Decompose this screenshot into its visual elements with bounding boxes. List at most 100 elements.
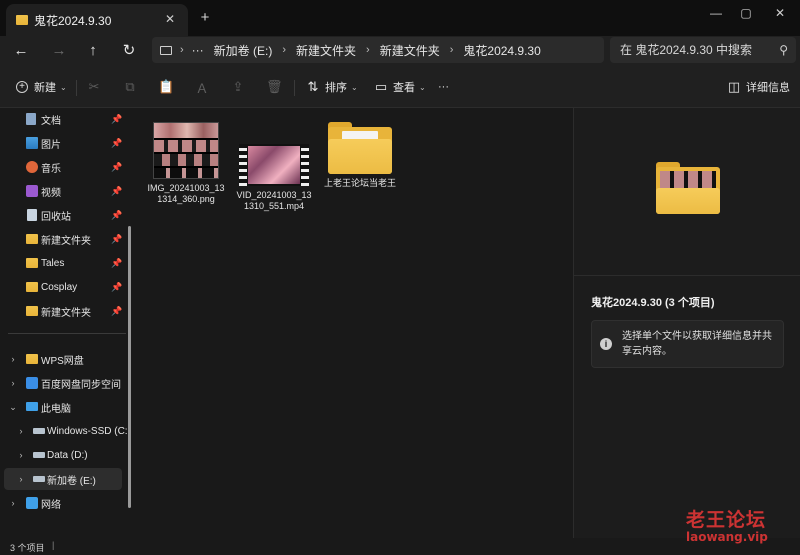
- more-label: ···: [438, 81, 449, 93]
- copy-button[interactable]: ⧉: [122, 78, 138, 96]
- cloud-icon: [26, 377, 38, 389]
- details-pane-button[interactable]: ◫ 详细信息: [726, 78, 790, 96]
- sidebar-scrollbar[interactable]: [128, 226, 131, 508]
- sidebar-item-drive-e[interactable]: › 新加卷 (E:): [4, 468, 122, 490]
- view-icon: ▭: [374, 79, 388, 94]
- folder-icon: [328, 122, 392, 174]
- sidebar-item-baidu-sync[interactable]: › 百度网盘同步空间: [0, 372, 128, 394]
- file-name: VID_20241003_131310_551.mp4: [236, 190, 312, 211]
- pin-icon: 📌: [111, 305, 123, 316]
- folder-icon: [26, 258, 38, 268]
- up-button[interactable]: ↑: [81, 40, 105, 62]
- sidebar-item-drive-d[interactable]: › Data (D:): [0, 444, 128, 466]
- chevron-right-icon[interactable]: ›: [8, 498, 18, 508]
- new-tab-button[interactable]: +: [197, 10, 213, 26]
- sidebar-item-wps-drive[interactable]: › WPS网盘: [0, 348, 128, 370]
- share-button[interactable]: ⇪: [230, 78, 246, 96]
- pin-icon: 📌: [111, 281, 123, 292]
- chevron-down-icon: ⌄: [419, 82, 426, 92]
- drive-icon: [33, 428, 45, 434]
- sidebar-item-tales[interactable]: Tales 📌: [0, 252, 128, 274]
- sidebar-item-pictures[interactable]: 图片 📌: [0, 132, 128, 154]
- computer-icon: [26, 402, 38, 411]
- search-input[interactable]: 在 鬼花2024.9.30 中搜索 ⚲: [610, 37, 796, 63]
- window-close-button[interactable]: ✕: [770, 4, 790, 22]
- sidebar-item-drive-c[interactable]: › Windows-SSD (C:: [0, 420, 128, 442]
- view-button[interactable]: ▭ 查看 ⌄: [373, 78, 426, 96]
- chevron-right-icon[interactable]: ›: [8, 378, 18, 388]
- folder-icon: [26, 306, 38, 316]
- maximize-button[interactable]: ▢: [736, 4, 756, 22]
- pin-icon: 📌: [111, 113, 123, 124]
- new-button[interactable]: + 新建 ⌄: [16, 78, 67, 96]
- tab-close-icon[interactable]: ✕: [162, 11, 178, 27]
- status-separator: |: [52, 540, 55, 550]
- folder-preview-icon: [656, 162, 720, 214]
- video-icon: [26, 185, 38, 197]
- details-label: 详细信息: [746, 82, 790, 94]
- chevron-right-icon[interactable]: ›: [8, 354, 18, 364]
- tab-current-folder[interactable]: 鬼花2024.9.30 ✕: [6, 4, 188, 36]
- more-options-button[interactable]: ···: [438, 78, 449, 96]
- sidebar-item-recycle-bin[interactable]: 回收站 📌: [0, 204, 128, 226]
- watermark-url: laowang.vip: [686, 530, 768, 544]
- file-item-video[interactable]: VID_20241003_131310_551.mp4: [234, 144, 314, 212]
- file-item-image[interactable]: IMG_20241003_131314_360.png: [146, 122, 226, 205]
- navigation-pane: 文档 📌 图片 📌 音乐 📌 视频 📌 回收站 📌 新建文件夹 📌 Tales …: [0, 108, 132, 538]
- new-label: 新建: [34, 82, 56, 94]
- breadcrumb-folder-2[interactable]: 新建文件夹: [380, 42, 440, 59]
- sidebar-item-documents[interactable]: 文档 📌: [0, 108, 128, 130]
- sidebar-item-network[interactable]: › 网络: [0, 492, 128, 514]
- chevron-right-icon[interactable]: ›: [16, 450, 26, 460]
- sidebar-item-this-pc[interactable]: ⌄ 此电脑: [0, 396, 128, 418]
- paste-button[interactable]: 📋: [158, 78, 174, 96]
- document-icon: [26, 113, 36, 125]
- chevron-right-icon[interactable]: ›: [16, 426, 26, 436]
- pin-icon: 📌: [111, 161, 123, 172]
- details-pane: 鬼花2024.9.30 (3 个项目) i 选择单个文件以获取详细信息并共享云内…: [573, 108, 800, 538]
- picture-icon: [26, 137, 38, 149]
- sidebar-item-cosplay[interactable]: Cosplay 📌: [0, 276, 128, 298]
- back-button[interactable]: ←: [9, 40, 33, 62]
- watermark: 老王论坛 laowang.vip: [686, 505, 768, 544]
- title-bar: 鬼花2024.9.30 ✕ + — ▢ ✕: [0, 0, 800, 36]
- delete-icon: 🗑: [266, 79, 283, 94]
- details-info-box: i 选择单个文件以获取详细信息并共享云内容。: [591, 320, 784, 368]
- forward-button[interactable]: →: [47, 40, 71, 62]
- breadcrumb-current[interactable]: 鬼花2024.9.30: [463, 42, 540, 59]
- sidebar-item-music[interactable]: 音乐 📌: [0, 156, 128, 178]
- sidebar-item-new-folder[interactable]: 新建文件夹 📌: [0, 228, 128, 250]
- rename-button[interactable]: Ａ: [194, 78, 210, 96]
- search-icon: ⚲: [779, 43, 788, 57]
- cut-button[interactable]: ✂: [86, 78, 102, 96]
- command-bar: + 新建 ⌄ ✂ ⧉ 📋 Ａ ⇪ 🗑 ⇅ 排序 ⌄ ▭ 查看 ⌄ ··· ◫ 详…: [0, 66, 800, 108]
- breadcrumb-more[interactable]: ···: [192, 43, 204, 57]
- pin-icon: 📌: [111, 233, 123, 244]
- delete-button[interactable]: 🗑: [266, 78, 283, 96]
- refresh-button[interactable]: ↻: [117, 40, 141, 62]
- folder-icon: [26, 282, 38, 292]
- breadcrumb-folder-1[interactable]: 新建文件夹: [296, 42, 356, 59]
- folder-icon: [26, 354, 38, 364]
- computer-icon: [160, 45, 172, 55]
- sort-button[interactable]: ⇅ 排序 ⌄: [305, 78, 358, 96]
- plus-circle-icon: +: [16, 81, 28, 93]
- breadcrumb-drive[interactable]: 新加卷 (E:): [214, 42, 273, 59]
- info-icon: i: [600, 338, 612, 350]
- pin-icon: 📌: [111, 185, 123, 196]
- copy-icon: ⧉: [125, 79, 135, 94]
- chevron-right-icon[interactable]: ›: [16, 474, 26, 484]
- file-item-folder[interactable]: 上老王论坛当老王: [320, 122, 400, 189]
- navigation-bar: ← → ↑ ↻ › ··· 新加卷 (E:) › 新建文件夹 › 新建文件夹 ›…: [0, 36, 800, 66]
- sidebar-item-new-folder-2[interactable]: 新建文件夹 📌: [0, 300, 128, 322]
- folder-icon: [16, 15, 28, 25]
- video-thumbnail: [239, 144, 309, 186]
- recycle-bin-icon: [27, 209, 37, 221]
- chevron-right-icon: ›: [180, 44, 184, 56]
- chevron-down-icon[interactable]: ⌄: [8, 402, 18, 413]
- drive-icon: [33, 476, 45, 482]
- address-bar[interactable]: › ··· 新加卷 (E:) › 新建文件夹 › 新建文件夹 › 鬼花2024.…: [152, 37, 604, 63]
- minimize-button[interactable]: —: [706, 4, 726, 22]
- details-pane-icon: ◫: [727, 79, 741, 94]
- sidebar-item-videos[interactable]: 视频 📌: [0, 180, 128, 202]
